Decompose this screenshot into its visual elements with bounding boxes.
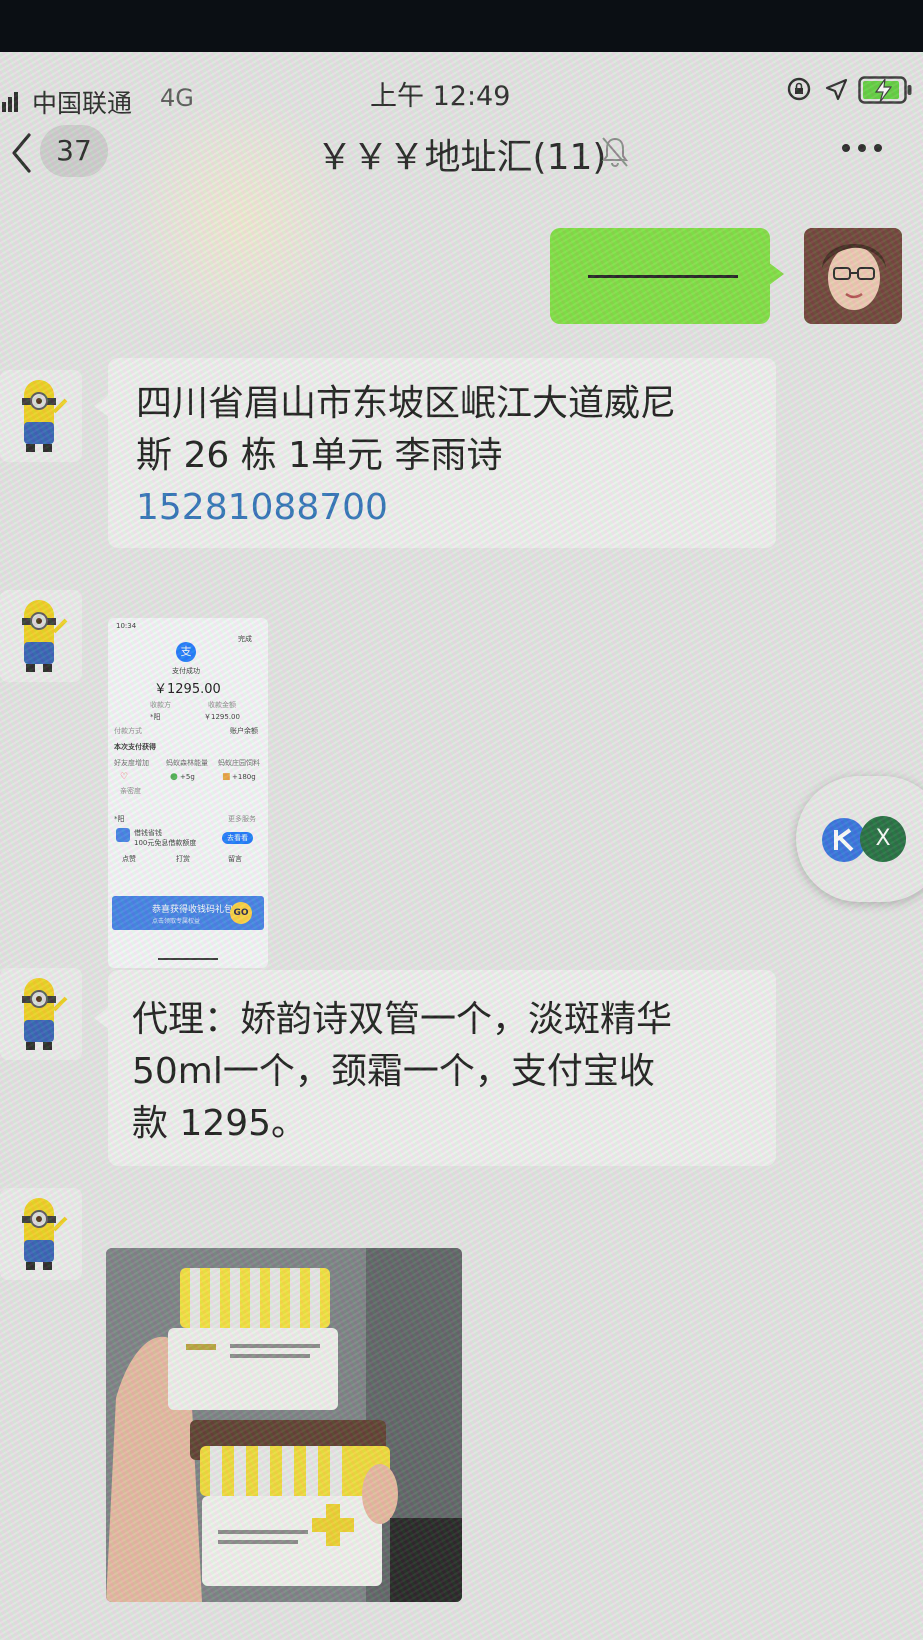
friend-heart-icon: ♡ xyxy=(120,772,129,782)
floating-widget[interactable]: X xyxy=(796,776,923,902)
loan-icon xyxy=(116,828,130,842)
payment-screenshot-image[interactable]: 10:34 完成 支 支付成功 ￥1295.00 收款方 收款金额 *阳 ￥12… xyxy=(108,618,268,968)
my-message-bubble[interactable] xyxy=(550,228,784,324)
rotation-lock-icon xyxy=(787,77,811,101)
feed-icon: ■ xyxy=(222,772,231,782)
minion-avatar-icon xyxy=(22,380,68,452)
woman-avatar-icon xyxy=(804,228,902,324)
alipay-icon: 支 xyxy=(176,642,196,662)
chat-screen: 中国联通 4G 上午 12:49 37 ￥￥￥地址汇(11) 四川省眉山市东坡区… xyxy=(0,52,923,1640)
sender-avatar[interactable] xyxy=(0,370,82,462)
carrier-name: 中国联通 xyxy=(32,89,133,118)
location-arrow-icon xyxy=(825,78,848,101)
minion-avatar-icon xyxy=(22,978,68,1050)
sender-avatar[interactable] xyxy=(0,590,82,682)
minion-avatar-icon xyxy=(22,1198,68,1270)
order-line-2: 50ml一个，颈霜一个，支付宝收 xyxy=(132,1051,655,1092)
address-line-1: 四川省眉山市东坡区岷江大道威尼 xyxy=(136,383,677,424)
order-message-bubble[interactable]: 代理：娇韵诗双管一个，淡斑精华 50ml一个，颈霜一个，支付宝收 款 1295。 xyxy=(94,970,776,1166)
address-message-bubble[interactable]: 四川省眉山市东坡区岷江大道威尼 斯 26 栋 1单元 李雨诗 152810887… xyxy=(94,358,776,548)
cream-jars-photo xyxy=(106,1248,462,1602)
order-line-1: 代理：娇韵诗双管一个，淡斑精华 xyxy=(132,999,673,1040)
battery-charging-icon xyxy=(858,76,912,104)
dash-line-text xyxy=(588,275,738,278)
home-indicator xyxy=(158,958,218,960)
go-button[interactable]: GO xyxy=(230,902,252,924)
sender-avatar[interactable] xyxy=(0,1188,82,1280)
order-line-3: 款 1295。 xyxy=(132,1103,308,1144)
gift-banner[interactable]: 恭喜获得收钱码礼包 点击领取专属权益 GO xyxy=(112,896,264,930)
more-icon[interactable] xyxy=(838,140,886,156)
top-jar xyxy=(168,1268,338,1410)
status-time: 上午 12:49 xyxy=(370,81,511,112)
chat-title[interactable]: ￥￥￥地址汇(11) xyxy=(0,128,923,180)
product-photo-image[interactable] xyxy=(106,1248,462,1602)
minion-avatar-icon xyxy=(22,600,68,672)
status-bar: 中国联通 4G 上午 12:49 xyxy=(0,52,923,118)
phone-number-link[interactable]: 15281088700 xyxy=(136,482,776,534)
network-type: 4G xyxy=(160,84,194,112)
address-line-2: 斯 26 栋 1单元 李雨诗 xyxy=(136,435,503,476)
energy-icon: ● xyxy=(170,772,178,782)
close-icon[interactable]: X xyxy=(860,816,906,862)
bell-off-icon xyxy=(602,137,628,167)
signal-strength-icon xyxy=(2,90,24,112)
bottom-jar xyxy=(190,1420,390,1586)
my-avatar[interactable] xyxy=(804,228,902,324)
sender-avatar[interactable] xyxy=(0,968,82,1060)
